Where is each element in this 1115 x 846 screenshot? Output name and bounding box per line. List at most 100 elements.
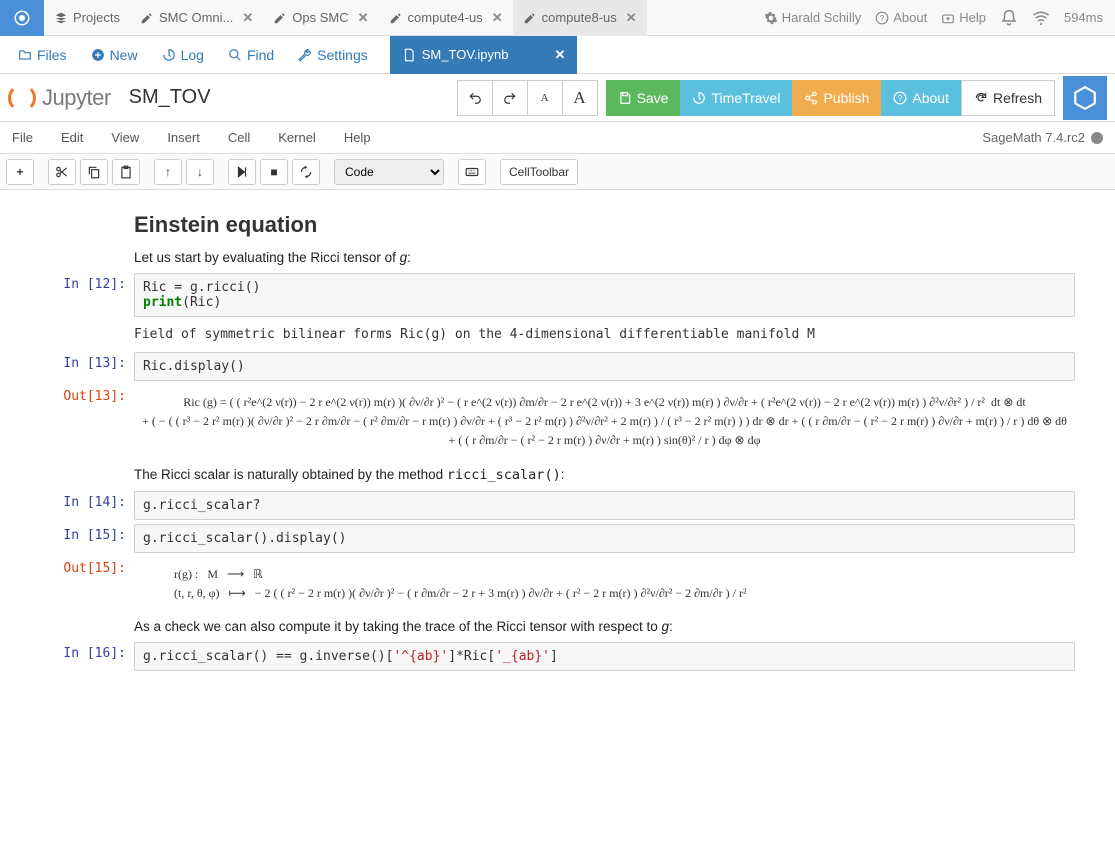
move-up-button[interactable]: ↑ xyxy=(154,159,182,185)
save-button[interactable]: Save xyxy=(606,80,681,116)
code-cell[interactable]: In [14]: g.ricci_scalar? xyxy=(0,491,1115,520)
projects-label: Projects xyxy=(73,10,120,25)
interrupt-button[interactable]: ■ xyxy=(260,159,288,185)
edit-icon xyxy=(523,11,537,25)
move-down-button[interactable]: ↓ xyxy=(186,159,214,185)
new-button[interactable]: New xyxy=(81,43,148,67)
close-icon[interactable]: ✕ xyxy=(242,10,253,26)
cell-toolbar-button[interactable]: CellToolbar xyxy=(500,159,578,185)
project-tab-label: Ops SMC xyxy=(292,10,348,25)
folder-icon xyxy=(18,48,32,62)
restart-button[interactable] xyxy=(292,159,320,185)
project-tab-2[interactable]: compute4-us ✕ xyxy=(379,0,513,36)
question-icon: ? xyxy=(893,91,907,105)
paste-button[interactable] xyxy=(112,159,140,185)
output-text: Field of symmetric bilinear forms Ric(g)… xyxy=(134,321,1075,348)
menu-help[interactable]: Help xyxy=(344,130,371,145)
plus-circle-icon xyxy=(91,48,105,62)
project-tab-1[interactable]: Ops SMC ✕ xyxy=(263,0,378,36)
output-row: Out[15]: r(g) : M ⟶ ℝ (t, r, θ, φ) ⟼ − 2… xyxy=(0,557,1115,611)
help-link[interactable]: Help xyxy=(941,10,986,25)
menu-view[interactable]: View xyxy=(111,130,139,145)
code-input[interactable]: g.ricci_scalar? xyxy=(134,491,1075,520)
timetravel-button[interactable]: TimeTravel xyxy=(680,80,792,116)
project-tabs-bar: Projects SMC Omni... ✕ Ops SMC ✕ compute… xyxy=(0,0,1115,36)
menu-insert[interactable]: Insert xyxy=(167,130,200,145)
undo-button[interactable] xyxy=(457,80,493,116)
markdown-cell[interactable]: Einstein equation Let us start by evalua… xyxy=(0,212,1115,265)
redo-icon xyxy=(503,91,517,105)
refresh-icon xyxy=(974,91,988,105)
scissors-icon xyxy=(55,165,69,179)
notebook-name[interactable]: SM_TOV xyxy=(129,86,211,109)
code-input[interactable]: Ric = g.ricci() print(Ric) xyxy=(134,273,1075,317)
refresh-button[interactable]: Refresh xyxy=(961,80,1055,116)
publish-button[interactable]: Publish xyxy=(792,80,881,116)
settings-button[interactable]: Settings xyxy=(288,43,378,67)
share-icon xyxy=(804,91,818,105)
menu-cell[interactable]: Cell xyxy=(228,130,250,145)
code-cell[interactable]: In [12]: Ric = g.ricci() print(Ric) xyxy=(0,273,1115,317)
jupyter-logo[interactable]: Jupyter xyxy=(8,84,111,112)
user-menu[interactable]: Harald Schilly xyxy=(764,10,861,25)
latency-label: 594ms xyxy=(1064,10,1103,25)
markdown-cell[interactable]: As a check we can also compute it by tak… xyxy=(0,619,1115,634)
open-file-tab[interactable]: SM_TOV.ipynb ✕ xyxy=(390,36,578,74)
input-prompt: In [12]: xyxy=(0,273,134,317)
undo-icon xyxy=(468,91,482,105)
edit-icon xyxy=(273,11,287,25)
find-button[interactable]: Find xyxy=(218,43,284,67)
cell-type-select[interactable]: Code xyxy=(334,159,444,185)
medkit-icon xyxy=(941,11,955,25)
paragraph: Let us start by evaluating the Ricci ten… xyxy=(134,250,1075,265)
run-button[interactable] xyxy=(228,159,256,185)
input-prompt: In [13]: xyxy=(0,352,134,381)
top-right-icons: Harald Schilly ? About Help 594ms xyxy=(764,9,1115,27)
code-cell[interactable]: In [16]: g.ricci_scalar() == g.inverse()… xyxy=(0,642,1115,671)
close-icon[interactable]: ✕ xyxy=(358,10,369,26)
menu-kernel[interactable]: Kernel xyxy=(278,130,316,145)
code-input[interactable]: g.ricci_scalar().display() xyxy=(134,524,1075,553)
cocalc-hex-logo[interactable] xyxy=(1063,76,1107,120)
notebook-title-bar: Jupyter SM_TOV A A Save TimeTravel Publi… xyxy=(0,74,1115,122)
font-increase-button[interactable]: A xyxy=(562,80,598,116)
close-icon[interactable]: ✕ xyxy=(554,47,565,63)
code-cell[interactable]: In [13]: Ric.display() xyxy=(0,352,1115,381)
insert-cell-button[interactable]: + xyxy=(6,159,34,185)
close-icon[interactable]: ✕ xyxy=(626,10,637,26)
markdown-cell[interactable]: The Ricci scalar is naturally obtained b… xyxy=(0,467,1115,483)
bell-icon[interactable] xyxy=(1000,9,1018,27)
math-output: Ric (g) = ( ( r²e^(2 ν(r)) − 2 r e^(2 ν(… xyxy=(134,385,1075,459)
menu-file[interactable]: File xyxy=(12,130,33,145)
jupyter-circle-icon xyxy=(8,84,36,112)
output-prompt: Out[15]: xyxy=(0,557,134,611)
about-button[interactable]: ?About xyxy=(881,80,961,116)
redo-button[interactable] xyxy=(492,80,528,116)
edit-icon xyxy=(389,11,403,25)
code-input[interactable]: g.ricci_scalar() == g.inverse()['^{ab}']… xyxy=(134,642,1075,671)
wrench-icon xyxy=(298,48,312,62)
cocalc-logo[interactable] xyxy=(0,0,44,36)
command-palette-button[interactable] xyxy=(458,159,486,185)
paragraph: The Ricci scalar is naturally obtained b… xyxy=(134,467,1075,483)
menu-edit[interactable]: Edit xyxy=(61,130,83,145)
font-decrease-button[interactable]: A xyxy=(527,80,563,116)
project-tab-0[interactable]: SMC Omni... ✕ xyxy=(130,0,263,36)
paste-icon xyxy=(119,165,133,179)
files-button[interactable]: Files xyxy=(8,43,77,67)
output-row: Field of symmetric bilinear forms Ric(g)… xyxy=(0,321,1115,348)
projects-tab[interactable]: Projects xyxy=(44,0,130,36)
project-tab-3[interactable]: compute8-us ✕ xyxy=(513,0,647,36)
history-icon xyxy=(692,91,706,105)
copy-icon xyxy=(87,165,101,179)
about-link[interactable]: ? About xyxy=(875,10,927,25)
save-icon xyxy=(618,91,632,105)
code-cell[interactable]: In [15]: g.ricci_scalar().display() xyxy=(0,524,1115,553)
log-button[interactable]: Log xyxy=(152,43,214,67)
close-icon[interactable]: ✕ xyxy=(492,10,503,26)
edit-icon xyxy=(140,11,154,25)
code-input[interactable]: Ric.display() xyxy=(134,352,1075,381)
copy-button[interactable] xyxy=(80,159,108,185)
wifi-icon[interactable] xyxy=(1032,9,1050,27)
cut-button[interactable] xyxy=(48,159,76,185)
